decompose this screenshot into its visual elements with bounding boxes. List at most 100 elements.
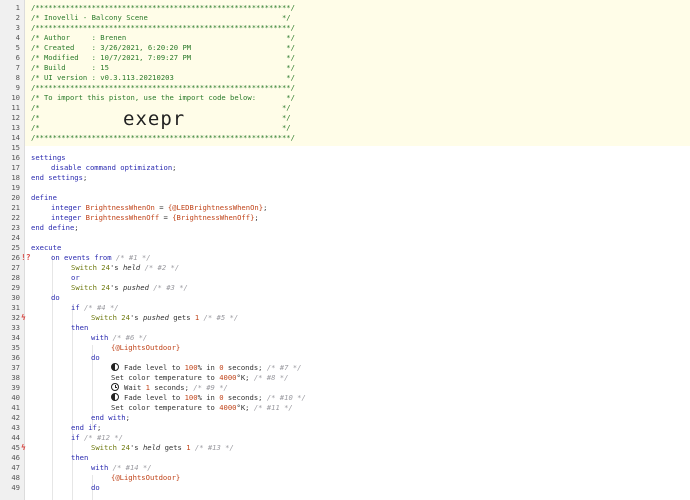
code-line[interactable]: 49 do xyxy=(0,483,690,493)
code-line[interactable]: 27 Switch 24's held /* #2 */ xyxy=(0,263,690,273)
line-number: 48 xyxy=(11,473,20,482)
token: ; xyxy=(96,423,102,432)
code-text: /***************************************… xyxy=(31,83,295,93)
code-line[interactable]: 15 xyxy=(0,143,690,153)
code-line[interactable]: 2 /* Inovelli - Balcony Scene */ xyxy=(0,13,690,23)
code-text: /* Author : Brenen */ xyxy=(31,33,295,43)
token: on events from xyxy=(51,253,116,262)
code-line[interactable]: 8 /* UI version : v0.3.113.20210203 */ xyxy=(0,73,690,83)
code-line[interactable]: 20 define xyxy=(0,193,690,203)
code-line[interactable]: 19 xyxy=(0,183,690,193)
code-line[interactable]: 21 integer BrightnessWhenOn = {@LEDBright… xyxy=(0,203,690,213)
code-line[interactable]: 42 end with; xyxy=(0,413,690,423)
line-number: 25 xyxy=(11,243,20,252)
token: % in xyxy=(197,363,220,372)
token: pushed xyxy=(122,283,149,292)
token: {@LightsOutdoor} xyxy=(111,473,181,482)
code-line[interactable]: 33 then xyxy=(0,323,690,333)
import-code: exepr xyxy=(123,108,186,130)
code-line[interactable]: 25 execute xyxy=(0,243,690,253)
code-line[interactable]: 45 ϟ Switch 24's held gets 1 /* #13 */ xyxy=(0,443,690,453)
token: gets xyxy=(160,443,187,452)
code-line[interactable]: 9 /**************************************… xyxy=(0,83,690,93)
code-line[interactable]: 43 end if; xyxy=(0,423,690,433)
code-line[interactable]: 32 ϟ Switch 24's pushed gets 1 /* #5 */ xyxy=(0,313,690,323)
line-number: 37 xyxy=(11,363,20,372)
token: /***************************************… xyxy=(31,23,295,32)
code-line[interactable]: 31 if /* #4 */ xyxy=(0,303,690,313)
code-line[interactable]: 16 settings xyxy=(0,153,690,163)
code-text: on events from /* #1 */ xyxy=(51,253,151,263)
token: Switch 24 xyxy=(71,263,110,272)
code-line[interactable]: 28 or xyxy=(0,273,690,283)
code-line[interactable]: 23 end define; xyxy=(0,223,690,233)
line-number: 23 xyxy=(11,223,20,232)
code-line[interactable]: 35 {@LightsOutdoor} xyxy=(0,343,690,353)
code-line[interactable]: 17 disable command optimization; xyxy=(0,163,690,173)
token: /* #1 */ xyxy=(115,253,151,262)
code-line[interactable]: 13/* */ xyxy=(0,123,690,133)
line-number: 4 xyxy=(15,33,20,42)
code-line[interactable]: 41 Set color temperature to 4000°K; /* #1… xyxy=(0,403,690,413)
code-line[interactable]: 3 /**************************************… xyxy=(0,23,690,33)
token: held xyxy=(142,443,161,452)
code-text: with /* #6 */ xyxy=(91,333,147,343)
code-line[interactable]: 1 /**************************************… xyxy=(0,3,690,13)
line-number: 8 xyxy=(15,73,20,82)
code-line[interactable]: 26!? on events from /* #1 */ xyxy=(0,253,690,263)
code-line[interactable]: 14 /*************************************… xyxy=(0,133,690,143)
code-text: Set color temperature to 4000°K; /* #8 *… xyxy=(111,373,288,383)
code-line[interactable]: 7 /* Build : 15 */ xyxy=(0,63,690,73)
line-number: 14 xyxy=(11,133,20,142)
code-line[interactable]: 11/* */ xyxy=(0,103,690,113)
code-text: Switch 24's pushed gets 1 /* #5 */ xyxy=(91,313,238,323)
code-line[interactable]: 29 Switch 24's pushed /* #3 */ xyxy=(0,283,690,293)
line-number: 47 xyxy=(11,463,20,472)
code-line[interactable]: 37 Fade level to 100% in 0 seconds; /* #7… xyxy=(0,363,690,373)
token: then xyxy=(71,323,89,332)
line-number: 33 xyxy=(11,323,20,332)
code-line[interactable]: 47 with /* #14 */ xyxy=(0,463,690,473)
code-line[interactable]: 39 Wait 1 seconds; /* #9 */ xyxy=(0,383,690,393)
token: /* To import this piston, use the import… xyxy=(31,93,295,102)
code-text: Switch 24's held gets 1 /* #13 */ xyxy=(91,443,234,453)
token: seconds; xyxy=(223,393,267,402)
line-number: 27 xyxy=(11,263,20,272)
code-line[interactable]: 30 do xyxy=(0,293,690,303)
token: /***************************************… xyxy=(31,83,295,92)
code-line[interactable]: 40 Fade level to 100% in 0 seconds; /* #1… xyxy=(0,393,690,403)
code-line[interactable]: 12/* */ xyxy=(0,113,690,123)
token: /* #8 */ xyxy=(253,373,289,382)
code-line[interactable]: 4 /* Author : Brenen */ xyxy=(0,33,690,43)
line-number: 31 xyxy=(11,303,20,312)
code-line[interactable]: 10 /* To import this piston, use the impo… xyxy=(0,93,690,103)
line-number: 17 xyxy=(11,163,20,172)
code-line[interactable]: 36 do xyxy=(0,353,690,363)
code-line[interactable]: 6 /* Modified : 10/7/2021, 7:09:27 PM */ xyxy=(0,53,690,63)
code-text: {@LightsOutdoor} xyxy=(111,473,180,483)
code-line[interactable]: 24 xyxy=(0,233,690,243)
code-line[interactable]: 34 with /* #6 */ xyxy=(0,333,690,343)
code-text: define xyxy=(31,193,57,203)
token: do xyxy=(51,293,60,302)
code-line[interactable]: 48 {@LightsOutdoor} xyxy=(0,473,690,483)
token: /* Created : 3/26/2021, 6:20:20 PM */ xyxy=(31,43,295,52)
line-number: 29 xyxy=(11,283,20,292)
code-line[interactable]: 22 integer BrightnessWhenOff = {Brightnes… xyxy=(0,213,690,223)
trigger-marker-icon: ϟ xyxy=(21,313,26,322)
code-line[interactable]: 5 /* Created : 3/26/2021, 6:20:20 PM */ xyxy=(0,43,690,53)
code-text: end with; xyxy=(91,413,130,423)
code-editor[interactable]: 1 /**************************************… xyxy=(0,0,690,500)
code-text: {@LightsOutdoor} xyxy=(111,343,180,353)
token: /* Author : Brenen */ xyxy=(31,33,295,42)
code-line[interactable]: 38 Set color temperature to 4000°K; /* #8… xyxy=(0,373,690,383)
code-text: /***************************************… xyxy=(31,3,295,13)
code-text: then xyxy=(71,323,88,333)
token: ; xyxy=(74,223,79,232)
code-text: Fade level to 100% in 0 seconds; /* #10 … xyxy=(111,393,306,403)
code-line[interactable]: 46 then xyxy=(0,453,690,463)
code-line[interactable]: 44 if /* #12 */ xyxy=(0,433,690,443)
token: 's xyxy=(109,263,123,272)
fade-level-icon xyxy=(111,393,119,401)
code-line[interactable]: 18 end settings; xyxy=(0,173,690,183)
